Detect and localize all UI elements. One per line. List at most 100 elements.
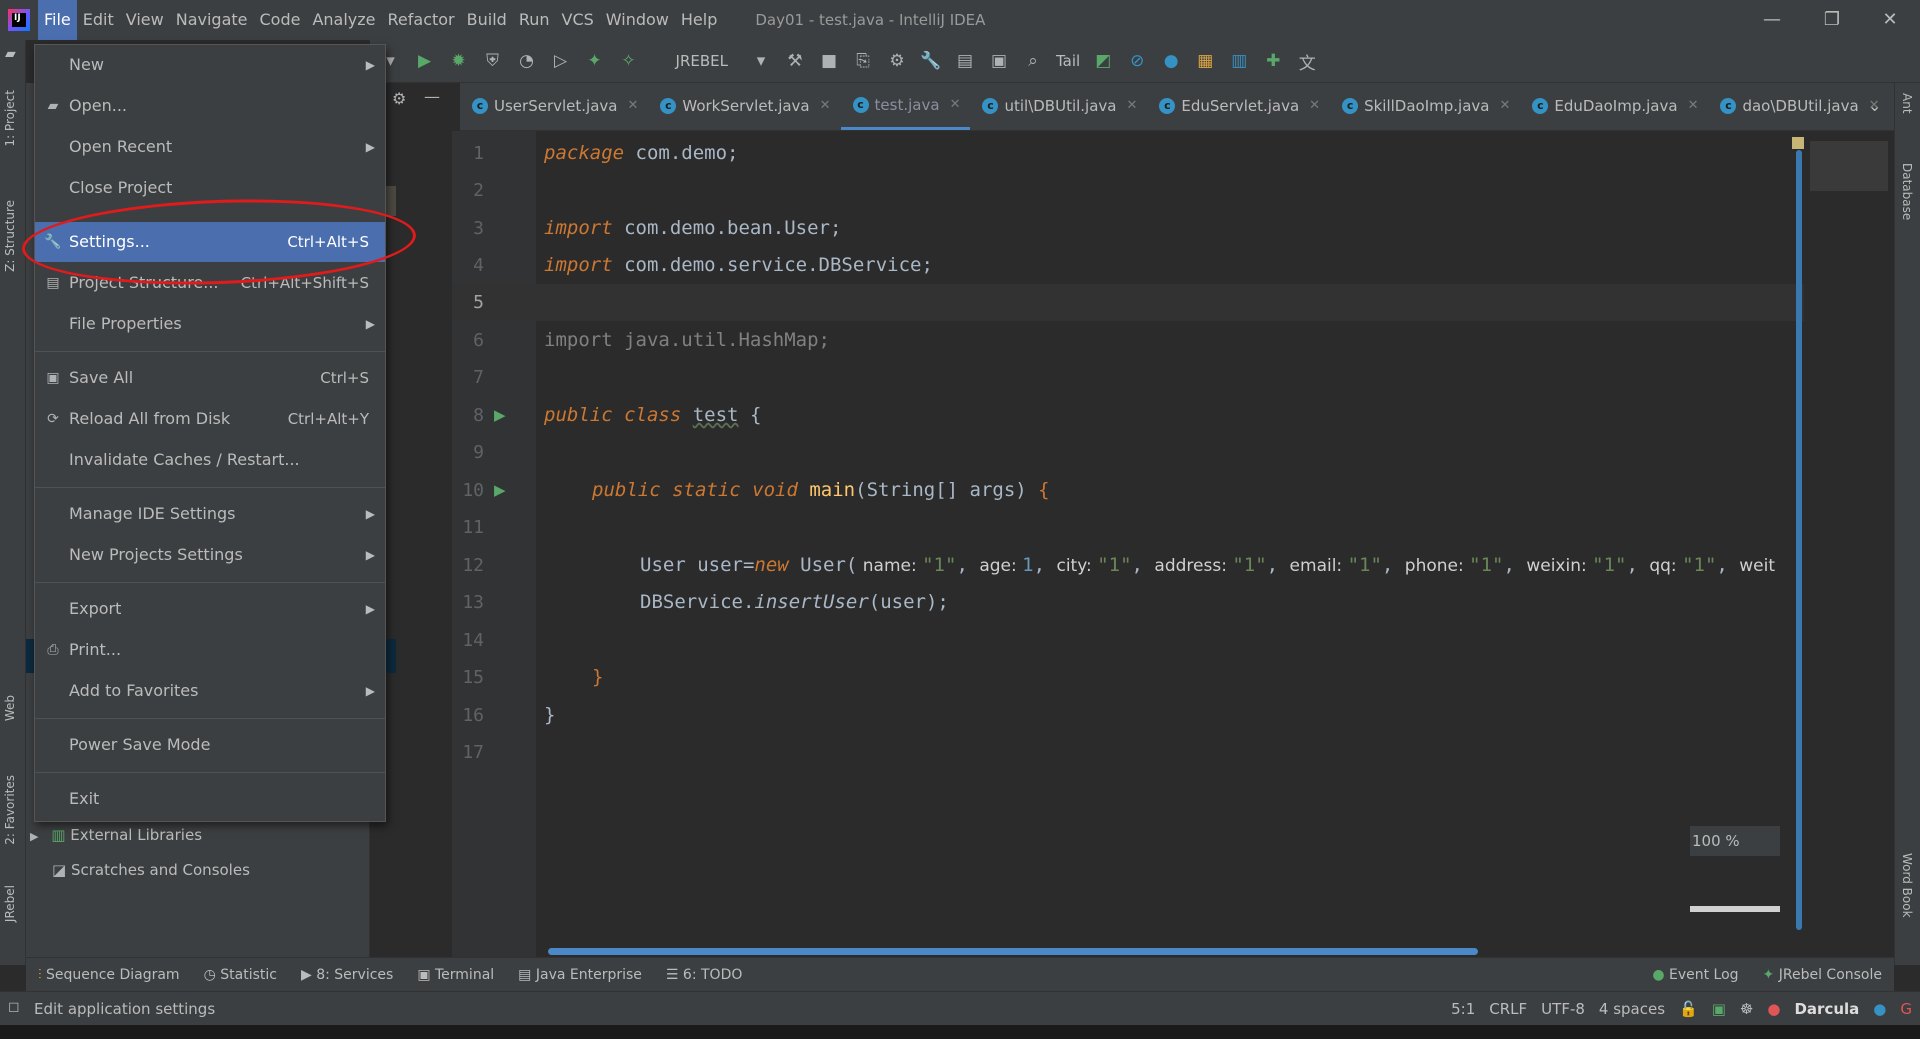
google-icon[interactable]: G	[1900, 1000, 1912, 1018]
services-tab[interactable]: ▶ 8: Services	[289, 967, 405, 983]
close-icon[interactable]: ✕	[820, 83, 831, 130]
menu-item-export[interactable]: Export ▶	[35, 589, 385, 629]
translate-icon[interactable]: 文	[1296, 49, 1318, 74]
ant-tool-tab[interactable]: Ant	[1900, 93, 1914, 114]
menu-item-reload[interactable]: ⟳ Reload All from Disk Ctrl+Alt+Y	[35, 399, 385, 439]
horizontal-scrollbar[interactable]	[548, 948, 1478, 955]
profile-icon[interactable]: ◔	[516, 51, 538, 71]
gear-icon[interactable]: ⚙	[392, 89, 406, 108]
terminal-tab[interactable]: ▣ Terminal	[405, 967, 506, 983]
folder-icon[interactable]: ▰	[5, 46, 16, 62]
close-icon[interactable]: ✕	[1126, 83, 1137, 130]
debug-icon[interactable]: ✹	[448, 51, 470, 71]
menu-file[interactable]: File	[38, 0, 77, 40]
run-alt-icon[interactable]: ▷	[550, 51, 572, 71]
menu-item-print[interactable]: ⎙ Print...	[35, 630, 385, 670]
tab-dao-dbutil[interactable]: c dao\DBUtil.java ✕	[1708, 83, 1889, 130]
file-encoding[interactable]: UTF-8	[1541, 1000, 1585, 1018]
menu-refactor[interactable]: Refactor	[382, 0, 461, 40]
menu-vcs[interactable]: VCS	[556, 0, 600, 40]
jrebel-tool-tab[interactable]: JRebel	[3, 885, 17, 922]
indent-setting[interactable]: 4 spaces	[1599, 1000, 1665, 1018]
menu-item-invalidate-caches[interactable]: Invalidate Caches / Restart...	[35, 440, 385, 480]
menu-view[interactable]: View	[120, 0, 170, 40]
menu-item-open[interactable]: ▰ Open...	[35, 86, 385, 126]
menu-analyze[interactable]: Analyze	[306, 0, 381, 40]
close-icon[interactable]: ✕	[1688, 83, 1699, 130]
tab-overflow[interactable]: cD	[1890, 83, 1894, 130]
menu-item-save-all[interactable]: ▣ Save All Ctrl+S	[35, 358, 385, 398]
tab-test[interactable]: c test.java ✕	[840, 83, 971, 130]
wordbook-tool-tab[interactable]: Word Book	[1900, 853, 1914, 918]
todo-tab[interactable]: ☰ 6: TODO	[654, 967, 754, 983]
sequence-diagram-tab[interactable]: ⫶ Sequence Diagram	[26, 967, 192, 983]
close-icon[interactable]: ✕	[1309, 83, 1320, 130]
chart-icon[interactable]: ◩	[1092, 51, 1114, 71]
minimize-button[interactable]: —	[1744, 0, 1800, 40]
web-tool-tab[interactable]: Web	[3, 695, 17, 721]
close-icon[interactable]: ✕	[1499, 83, 1510, 130]
theme-switcher[interactable]: Darcula	[1794, 1000, 1859, 1018]
jrebel-run-icon[interactable]: ✦	[584, 51, 606, 71]
menu-window[interactable]: Window	[600, 0, 675, 40]
hammer-icon[interactable]: ⚒	[784, 51, 806, 71]
error-icon[interactable]: ●	[1767, 1000, 1780, 1018]
attach-debugger-icon[interactable]: ⎘	[852, 51, 874, 71]
menu-item-power-save-mode[interactable]: Power Save Mode	[35, 725, 385, 765]
structure-tool-tab[interactable]: Z: Structure	[3, 200, 17, 272]
close-window-button[interactable]: ✕	[1862, 0, 1918, 40]
menu-item-file-properties[interactable]: File Properties ▶	[35, 304, 385, 344]
statistic-tab[interactable]: ◷ Statistic	[192, 967, 289, 983]
vertical-scrollbar[interactable]	[1796, 150, 1802, 930]
tree-row-scratches[interactable]: ◪ Scratches and Consoles	[52, 855, 250, 885]
tab-workservlet[interactable]: c WorkServlet.java ✕	[648, 83, 840, 130]
jrebel-debug-icon[interactable]: ✧	[618, 51, 640, 71]
database-tool-tab[interactable]: Database	[1900, 163, 1914, 220]
menu-item-exit[interactable]: Exit	[35, 779, 385, 819]
menu-item-manage-ide-settings[interactable]: Manage IDE Settings ▶	[35, 494, 385, 534]
run-gutter-icon[interactable]: ▶	[494, 481, 506, 499]
minimap-viewport[interactable]	[1810, 141, 1888, 191]
menu-item-open-recent[interactable]: Open Recent ▶	[35, 127, 385, 167]
chevron-right-icon[interactable]: ▶	[30, 830, 38, 843]
menu-navigate[interactable]: Navigate	[170, 0, 254, 40]
plugin-icon[interactable]: ✚	[1262, 51, 1284, 71]
layout-icon[interactable]: ▥	[1228, 51, 1250, 71]
chevron-down-icon[interactable]: ⌄	[1868, 96, 1881, 115]
lock-icon[interactable]: 🔓	[1679, 1000, 1698, 1018]
tab-skilldaoimp[interactable]: c SkillDaoImp.java ✕	[1330, 83, 1520, 130]
search-icon[interactable]: ⌕	[1022, 51, 1044, 71]
minimap[interactable]	[1804, 131, 1894, 957]
favorites-tool-tab[interactable]: 2: Favorites	[3, 775, 17, 845]
run-icon[interactable]: ▶	[414, 51, 436, 71]
project-tool-tab[interactable]: 1: Project	[3, 90, 17, 147]
inspector-icon[interactable]: ☸	[1740, 1000, 1753, 1018]
menu-code[interactable]: Code	[254, 0, 307, 40]
stop-icon[interactable]: ■	[818, 51, 840, 71]
inspection-status-icon[interactable]	[1792, 137, 1804, 149]
collapse-icon[interactable]: —	[424, 87, 440, 106]
menu-item-new-projects-settings[interactable]: New Projects Settings ▶	[35, 535, 385, 575]
close-icon[interactable]: ✕	[627, 83, 638, 130]
tab-eduservlet[interactable]: c EduServlet.java ✕	[1147, 83, 1330, 130]
dot-icon[interactable]: ●	[1160, 51, 1182, 71]
menu-build[interactable]: Build	[461, 0, 513, 40]
chevron-down-icon[interactable]: ▾	[750, 51, 772, 71]
menu-help[interactable]: Help	[675, 0, 723, 40]
coverage-icon[interactable]: ⛨	[482, 51, 504, 71]
close-icon[interactable]: ✕	[950, 83, 961, 129]
tab-util-dbutil[interactable]: c util\DBUtil.java ✕	[970, 83, 1147, 130]
zoom-slider[interactable]	[1690, 906, 1780, 912]
update-icon[interactable]: ⚙	[886, 51, 908, 71]
jrebel-status-icon[interactable]: ▣	[1712, 1000, 1726, 1018]
project-structure-icon[interactable]: ▤	[954, 51, 976, 71]
jrebel-console-tab[interactable]: ✦ JRebel Console	[1751, 967, 1894, 983]
wrench-icon[interactable]: 🔧	[920, 51, 942, 71]
tail-button[interactable]: Tail	[1056, 52, 1080, 70]
terminal-icon[interactable]: ▣	[988, 51, 1010, 71]
caret-position[interactable]: 5:1	[1451, 1000, 1475, 1018]
line-separator[interactable]: CRLF	[1489, 1000, 1527, 1018]
java-enterprise-tab[interactable]: ▤ Java Enterprise	[506, 967, 654, 983]
block-icon[interactable]: ⊘	[1126, 51, 1148, 71]
menu-item-new[interactable]: New ▶	[35, 45, 385, 85]
